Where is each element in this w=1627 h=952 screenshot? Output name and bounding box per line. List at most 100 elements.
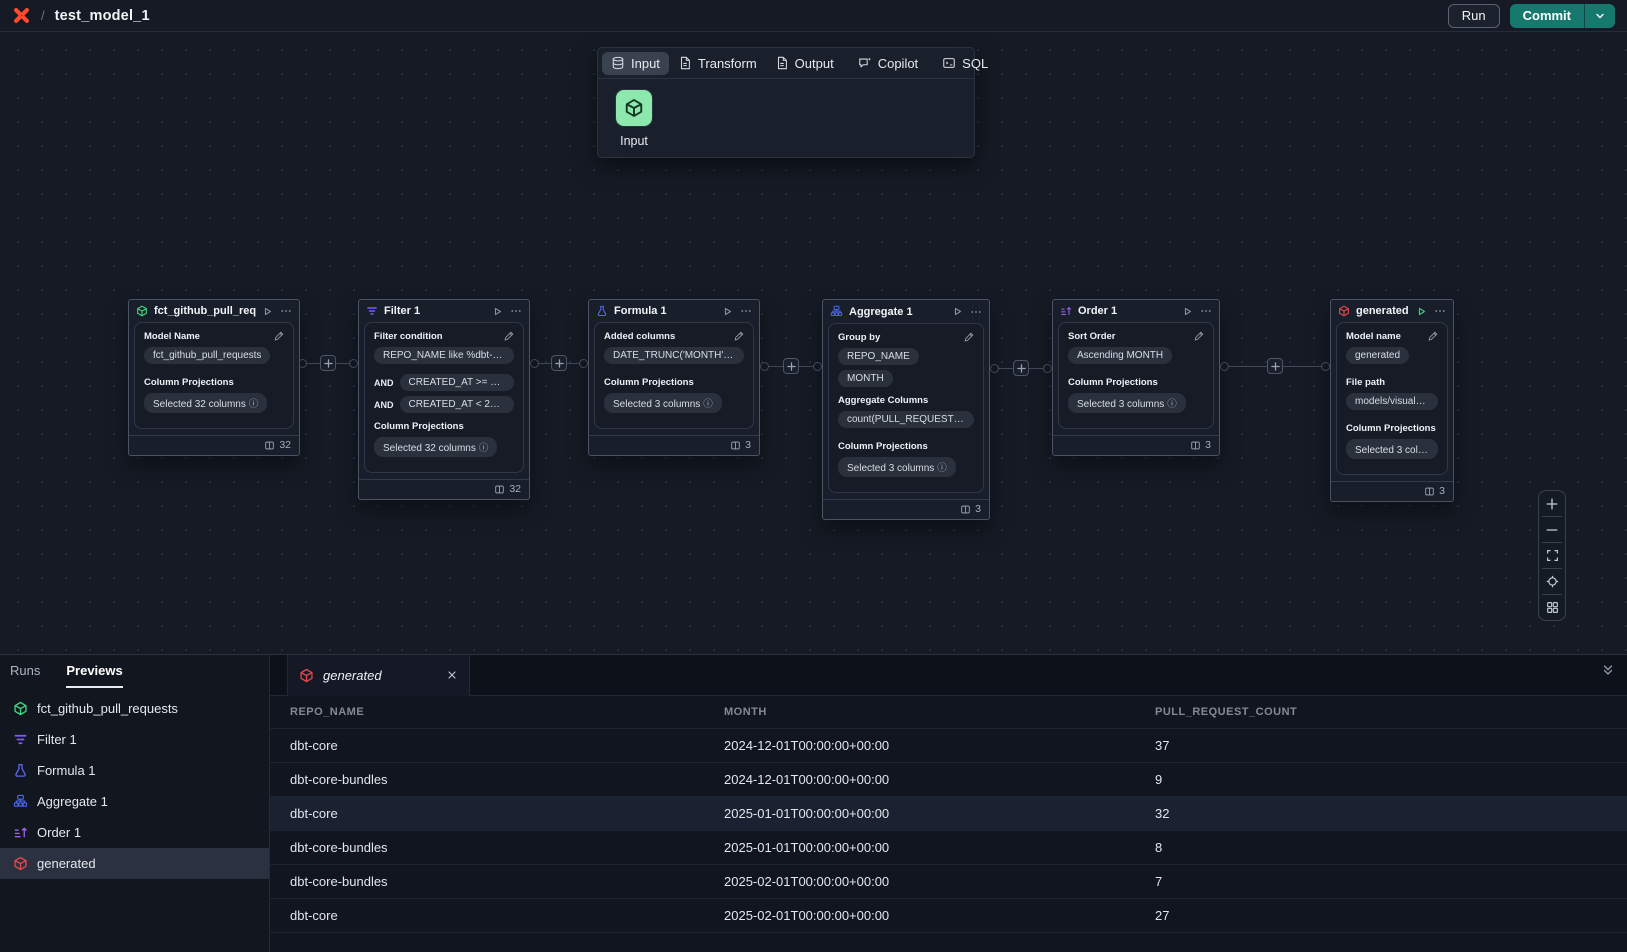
group-by-pill[interactable]: REPO_NAME	[838, 348, 919, 365]
column-header[interactable]: REPO_NAME	[290, 706, 724, 718]
table-row[interactable]: dbt-core-bundles 2025-01-01T00:00:00+00:…	[270, 831, 1627, 865]
sidebar-item-fct-github-pull-requests[interactable]: fct_github_pull_requests	[0, 693, 269, 724]
preview-pane: generated REPO_NAME MONTH PULL_REQUEST_C…	[270, 655, 1627, 952]
add-step-button[interactable]	[1013, 360, 1029, 376]
column-projections-pill[interactable]: Selected 3 columnsⓘ	[838, 457, 956, 477]
group-by-pill[interactable]: MONTH	[838, 370, 893, 387]
cube-icon	[1338, 305, 1350, 317]
filter-condition-pill[interactable]: REPO_NAME like %dbt-core%	[374, 347, 514, 364]
close-icon[interactable]	[446, 669, 458, 681]
input-port[interactable]	[1043, 364, 1052, 373]
pencil-icon[interactable]	[1427, 330, 1439, 342]
table-row[interactable]: dbt-core 2025-02-01T00:00:00+00:00 27	[270, 899, 1627, 933]
locate-icon	[1546, 575, 1559, 588]
table-row[interactable]: dbt-core 2025-01-01T00:00:00+00:00 32	[270, 797, 1627, 831]
node-formula-1[interactable]: Formula 1 Added columns DATE_TRUNC('MONT…	[588, 299, 760, 456]
dbt-logo-icon[interactable]	[12, 6, 31, 25]
ellipsis-icon[interactable]	[970, 306, 982, 318]
ellipsis-icon[interactable]	[1200, 305, 1212, 317]
info-icon: ⓘ	[937, 463, 947, 474]
add-step-button[interactable]	[1267, 358, 1283, 374]
input-port[interactable]	[349, 359, 358, 368]
play-icon[interactable]	[492, 306, 503, 317]
tab-previews[interactable]: Previews	[66, 655, 122, 688]
node-aggregate-1[interactable]: Aggregate 1 Group by REPO_NAME MONTH Agg…	[822, 299, 990, 520]
tab-sql[interactable]: SQL	[933, 52, 997, 75]
add-step-button[interactable]	[551, 355, 567, 371]
column-header[interactable]: PULL_REQUEST_COUNT	[1155, 706, 1627, 718]
pencil-icon[interactable]	[503, 330, 515, 342]
preview-tab-generated[interactable]: generated	[287, 655, 470, 696]
ellipsis-icon[interactable]	[1434, 305, 1446, 317]
column-projections-pill[interactable]: Selected 3 columnsⓘ	[604, 393, 722, 413]
output-port[interactable]	[1220, 362, 1229, 371]
pencil-icon[interactable]	[1193, 330, 1205, 342]
filter-condition-pill[interactable]: CREATED_AT >= 2024-12-01	[400, 374, 515, 391]
tab-runs[interactable]: Runs	[10, 655, 40, 688]
node-fct-github-pull-requests[interactable]: fct_github_pull_requests Model Name fct_…	[128, 299, 300, 456]
field-label: Group by	[838, 332, 974, 343]
model-name-pill[interactable]: fct_github_pull_requests	[144, 347, 270, 364]
tab-input[interactable]: Input	[602, 52, 669, 75]
model-name-pill[interactable]: generated	[1346, 347, 1409, 364]
column-header[interactable]: MONTH	[724, 706, 1155, 718]
column-projections-pill[interactable]: Selected 3 columnsⓘ	[1346, 439, 1438, 459]
locate-button[interactable]	[1539, 569, 1565, 594]
input-port[interactable]	[579, 359, 588, 368]
commit-dropdown-button[interactable]	[1584, 4, 1615, 28]
sidebar-item-aggregate-1[interactable]: Aggregate 1	[0, 786, 269, 817]
sidebar-item-order-1[interactable]: Order 1	[0, 817, 269, 848]
add-step-button[interactable]	[320, 355, 336, 371]
ellipsis-icon[interactable]	[280, 305, 292, 317]
play-icon[interactable]	[262, 306, 273, 317]
sidebar-item-filter-1[interactable]: Filter 1	[0, 724, 269, 755]
cube-icon	[299, 668, 314, 683]
add-step-button[interactable]	[783, 358, 799, 374]
output-port[interactable]	[990, 364, 999, 373]
sort-order-pill[interactable]: Ascending MONTH	[1068, 347, 1172, 364]
node-generated[interactable]: generated Model name generated File path…	[1330, 299, 1454, 502]
table-row[interactable]: dbt-core 2024-12-01T00:00:00+00:00 37	[270, 729, 1627, 763]
pencil-icon[interactable]	[273, 330, 285, 342]
tab-output[interactable]: Output	[766, 52, 843, 75]
fit-view-button[interactable]	[1539, 543, 1565, 568]
commit-button[interactable]: Commit	[1510, 4, 1584, 28]
play-icon[interactable]	[1416, 306, 1427, 317]
zoom-in-button[interactable]	[1539, 491, 1565, 516]
ellipsis-icon[interactable]	[510, 305, 522, 317]
column-projections-pill[interactable]: Selected 32 columnsⓘ	[144, 393, 267, 413]
play-icon[interactable]	[952, 306, 963, 317]
layout-grid-button[interactable]	[1539, 595, 1565, 620]
play-icon[interactable]	[1182, 306, 1193, 317]
column-projections-pill[interactable]: Selected 32 columnsⓘ	[374, 437, 497, 457]
output-port[interactable]	[530, 359, 539, 368]
table-row[interactable]: dbt-core-bundles 2024-12-01T00:00:00+00:…	[270, 763, 1627, 797]
palette-input-node[interactable]: Input	[612, 89, 656, 148]
input-port[interactable]	[1321, 362, 1330, 371]
dag-canvas[interactable]: Input Transform Output	[0, 32, 1627, 654]
pencil-icon[interactable]	[733, 330, 745, 342]
ellipsis-icon[interactable]	[740, 305, 752, 317]
node-order-1[interactable]: Order 1 Sort Order Ascending MONTH Colum…	[1052, 299, 1220, 456]
tab-copilot[interactable]: Copilot	[849, 52, 927, 75]
input-port[interactable]	[813, 362, 822, 371]
sidebar-item-generated[interactable]: generated	[0, 848, 269, 879]
node-filter-1[interactable]: Filter 1 Filter condition REPO_NAME like…	[358, 299, 530, 500]
sidebar-item-formula-1[interactable]: Formula 1	[0, 755, 269, 786]
column-projections-pill[interactable]: Selected 3 columnsⓘ	[1068, 393, 1186, 413]
aggregate-columns-pill[interactable]: count(PULL_REQUEST_NUMBER) as …	[838, 411, 974, 428]
file-path-pill[interactable]: models/visual_editor	[1346, 393, 1438, 410]
table-row[interactable]: dbt-core-bundles 2025-02-01T00:00:00+00:…	[270, 865, 1627, 899]
cube-icon	[136, 305, 148, 317]
zoom-out-button[interactable]	[1539, 517, 1565, 542]
tab-transform[interactable]: Transform	[669, 52, 766, 75]
field-label: File path	[1346, 377, 1438, 388]
output-port[interactable]	[760, 362, 769, 371]
filter-condition-pill[interactable]: CREATED_AT < 2025-03-01	[400, 396, 515, 413]
input-node-chip[interactable]	[615, 89, 653, 127]
pencil-icon[interactable]	[963, 331, 975, 343]
run-button[interactable]: Run	[1448, 4, 1500, 28]
added-columns-pill[interactable]: DATE_TRUNC('MONTH', CREATED_AT…	[604, 347, 744, 364]
double-chevron-down-icon[interactable]	[1601, 663, 1615, 677]
play-icon[interactable]	[722, 306, 733, 317]
